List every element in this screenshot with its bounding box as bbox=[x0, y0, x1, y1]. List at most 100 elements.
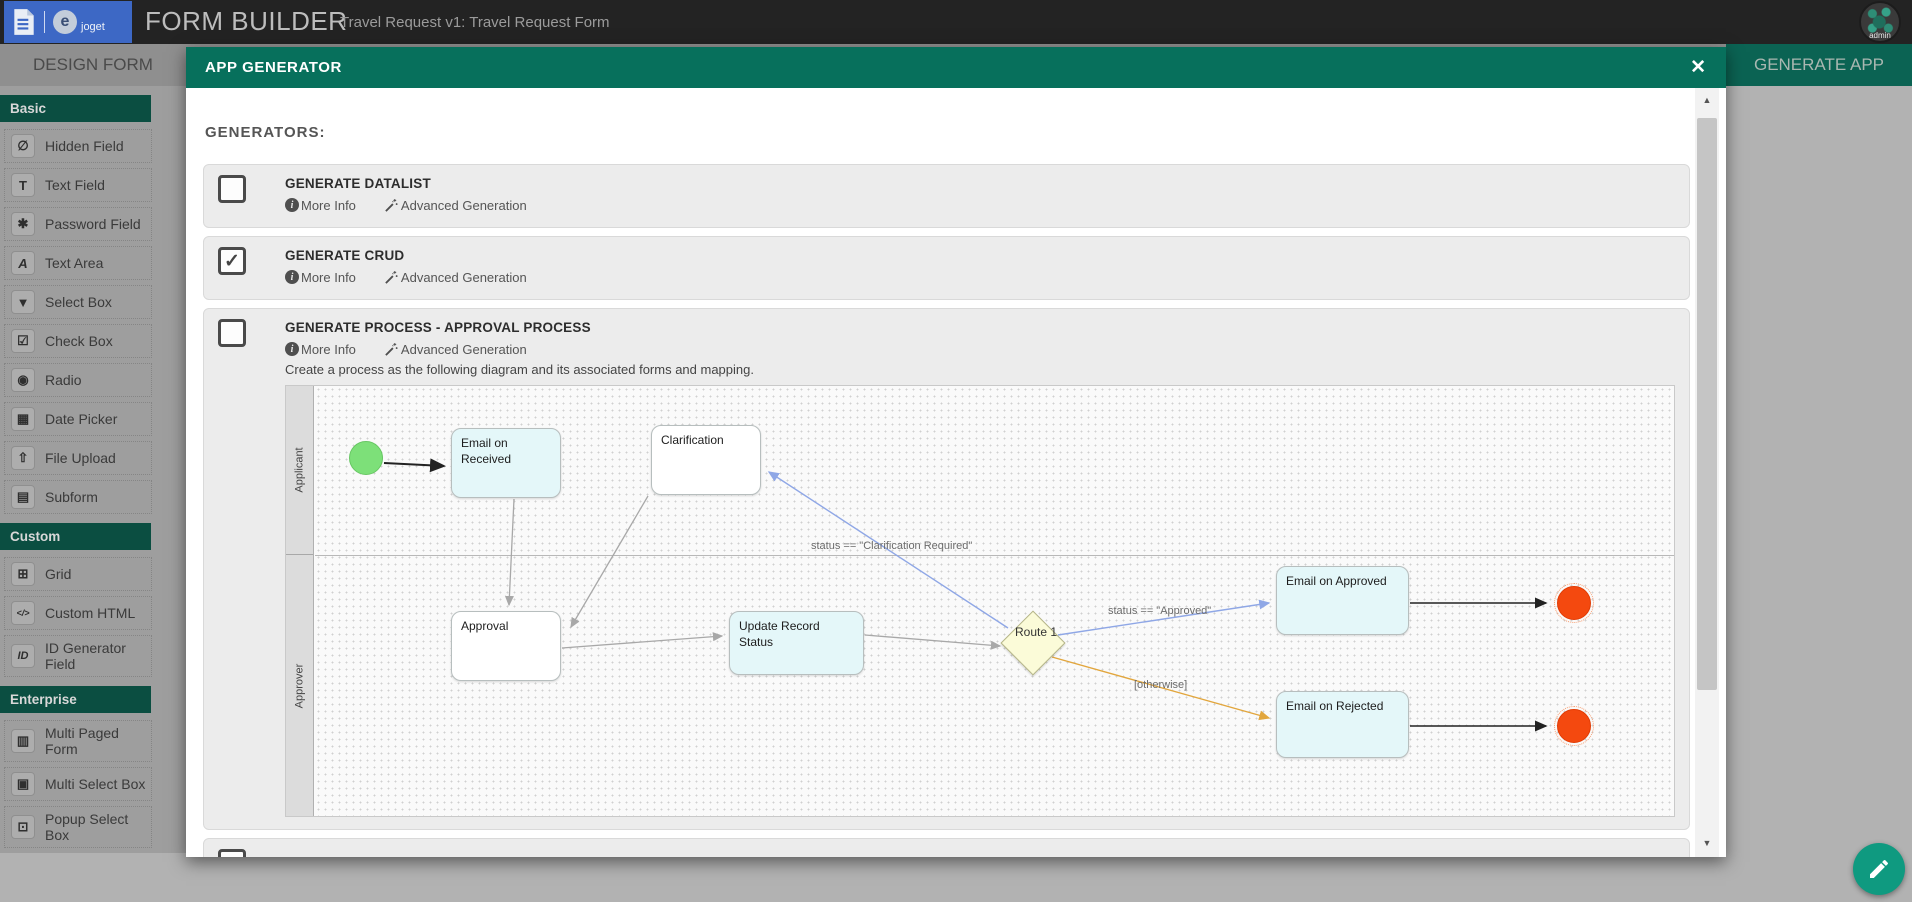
info-icon: i bbox=[285, 198, 299, 212]
palette-item-label: Multi Select Box bbox=[45, 776, 145, 792]
palette-item-label: File Upload bbox=[45, 450, 116, 466]
palette-item-grid[interactable]: ⊞ Grid bbox=[4, 557, 152, 591]
node-email-on-rejected: Email on Rejected bbox=[1276, 691, 1409, 758]
crud-checkbox-checked[interactable]: ✓ bbox=[218, 247, 246, 275]
node-email-on-approved: Email on Approved bbox=[1276, 566, 1409, 635]
palette-item-multi-select-box[interactable]: ▣ Multi Select Box bbox=[4, 767, 152, 801]
document-icon bbox=[12, 8, 36, 36]
dialog-header: APP GENERATOR bbox=[186, 47, 1726, 88]
lane-approver: Approver bbox=[286, 556, 313, 816]
file-upload-icon: ⇧ bbox=[11, 446, 35, 470]
close-icon[interactable]: ✕ bbox=[1690, 56, 1706, 79]
check-box-icon: ☑ bbox=[11, 329, 35, 353]
logo-block[interactable]: e joget bbox=[4, 1, 132, 43]
palette-item-file-upload[interactable]: ⇧ File Upload bbox=[4, 441, 152, 475]
wand-icon bbox=[384, 342, 399, 357]
node-email-on-received: Email on Received bbox=[451, 428, 561, 498]
palette-item-label: Password Field bbox=[45, 216, 141, 232]
flow-label-approved-condition: status == "Approved" bbox=[1108, 605, 1211, 617]
edit-fab-button[interactable] bbox=[1853, 843, 1905, 895]
id-generator-icon: ID bbox=[11, 644, 35, 668]
info-icon: i bbox=[285, 270, 299, 284]
dialog-scrollbar[interactable]: ▲ ▼ bbox=[1695, 88, 1719, 857]
password-field-icon: ✱ bbox=[11, 212, 35, 236]
lane-strip: Applicant Approver bbox=[286, 386, 314, 816]
multi-paged-form-icon: ▥ bbox=[11, 729, 35, 753]
palette-section-custom: Custom bbox=[0, 523, 151, 550]
palette-item-password-field[interactable]: ✱ Password Field bbox=[4, 207, 152, 241]
palette-item-label: Multi Paged Form bbox=[45, 725, 147, 757]
generator-row-datalist: GENERATE DATALIST i More Info Advanced G… bbox=[203, 164, 1690, 228]
partial-checkbox[interactable] bbox=[218, 849, 246, 857]
advanced-generation-label: Advanced Generation bbox=[401, 270, 527, 285]
palette-item-select-box[interactable]: ▼ Select Box bbox=[4, 285, 152, 319]
generator-row-process: GENERATE PROCESS - APPROVAL PROCESS i Mo… bbox=[203, 308, 1690, 830]
avatar-label: admin bbox=[1861, 31, 1899, 40]
generator-row-crud: ✓ GENERATE CRUD i More Info Advanced Gen… bbox=[203, 236, 1690, 300]
select-box-icon: ▼ bbox=[11, 290, 35, 314]
scroll-down-icon[interactable]: ▼ bbox=[1695, 834, 1719, 852]
palette-item-date-picker[interactable]: ▦ Date Picker bbox=[4, 402, 152, 436]
palette-item-popup-select-box[interactable]: ⊡ Popup Select Box bbox=[4, 806, 152, 848]
tab-design-form[interactable]: DESIGN FORM bbox=[0, 44, 186, 86]
palette-section-enterprise: Enterprise bbox=[0, 686, 151, 713]
flow-label-clarification-condition: status == "Clarification Required" bbox=[811, 540, 972, 552]
more-info-label: More Info bbox=[301, 198, 356, 213]
palette-item-label: Select Box bbox=[45, 294, 112, 310]
palette-item-custom-html[interactable]: </> Custom HTML bbox=[4, 596, 152, 630]
text-area-icon: A bbox=[11, 251, 35, 275]
multi-select-box-icon: ▣ bbox=[11, 772, 35, 796]
scroll-up-icon[interactable]: ▲ bbox=[1695, 91, 1719, 109]
palette-item-label: Subform bbox=[45, 489, 98, 505]
node-clarification: Clarification bbox=[651, 425, 761, 495]
app-header: e joget FORM BUILDER Travel Request v1: … bbox=[0, 0, 1912, 44]
palette-item-label: Popup Select Box bbox=[45, 811, 147, 843]
more-info-label: More Info bbox=[301, 342, 356, 357]
end-event-rejected-circle bbox=[1557, 709, 1591, 743]
checkmark-icon: ✓ bbox=[224, 250, 240, 273]
palette-item-text-field[interactable]: T Text Field bbox=[4, 168, 152, 202]
scrollbar-thumb[interactable] bbox=[1697, 118, 1717, 690]
custom-html-icon: </> bbox=[11, 601, 35, 625]
palette-sidebar: Basic ∅ Hidden Field T Text Field ✱ Pass… bbox=[0, 86, 186, 853]
pencil-icon bbox=[1867, 857, 1891, 881]
datalist-checkbox[interactable] bbox=[218, 175, 246, 203]
radio-icon: ◉ bbox=[11, 368, 35, 392]
advanced-generation-link[interactable]: Advanced Generation bbox=[384, 198, 527, 213]
more-info-link[interactable]: i More Info bbox=[285, 198, 356, 213]
palette-item-label: Radio bbox=[45, 372, 82, 388]
palette-item-subform[interactable]: ▤ Subform bbox=[4, 480, 152, 514]
palette-item-label: Hidden Field bbox=[45, 138, 124, 154]
palette-item-hidden-field[interactable]: ∅ Hidden Field bbox=[4, 129, 152, 163]
node-approval: Approval bbox=[451, 611, 561, 681]
palette-item-check-box[interactable]: ☑ Check Box bbox=[4, 324, 152, 358]
user-avatar[interactable]: admin bbox=[1859, 1, 1901, 43]
page-subtitle: Travel Request v1: Travel Request Form bbox=[340, 14, 610, 31]
joget-logo-text: joget bbox=[81, 21, 105, 33]
palette-item-label: Custom HTML bbox=[45, 605, 135, 621]
wand-icon bbox=[384, 270, 399, 285]
palette-item-text-area[interactable]: A Text Area bbox=[4, 246, 152, 280]
palette-item-multi-paged-form[interactable]: ▥ Multi Paged Form bbox=[4, 720, 152, 762]
subform-icon: ▤ bbox=[11, 485, 35, 509]
more-info-link[interactable]: i More Info bbox=[285, 270, 356, 285]
advanced-generation-label: Advanced Generation bbox=[401, 198, 527, 213]
generators-heading: GENERATORS: bbox=[205, 124, 1726, 141]
page-title: FORM BUILDER bbox=[145, 6, 347, 37]
palette-item-radio[interactable]: ◉ Radio bbox=[4, 363, 152, 397]
advanced-generation-link[interactable]: Advanced Generation bbox=[384, 342, 527, 357]
generator-title: GENERATE DATALIST bbox=[285, 175, 1675, 193]
app-generator-dialog: APP GENERATOR ✕ GENERATORS: GENERATE DAT… bbox=[186, 47, 1726, 857]
advanced-generation-link[interactable]: Advanced Generation bbox=[384, 270, 527, 285]
generator-row-partial bbox=[203, 838, 1690, 857]
palette-item-label: ID Generator Field bbox=[45, 640, 147, 672]
palette-item-id-generator[interactable]: ID ID Generator Field bbox=[4, 635, 152, 677]
joget-logo-icon: e bbox=[53, 10, 77, 34]
text-field-icon: T bbox=[11, 173, 35, 197]
lane-applicant: Applicant bbox=[286, 386, 313, 555]
more-info-link[interactable]: i More Info bbox=[285, 342, 356, 357]
process-checkbox[interactable] bbox=[218, 319, 246, 347]
dialog-title: APP GENERATOR bbox=[205, 59, 342, 76]
tab-generate-app[interactable]: GENERATE APP bbox=[1726, 44, 1912, 86]
palette-item-label: Check Box bbox=[45, 333, 113, 349]
